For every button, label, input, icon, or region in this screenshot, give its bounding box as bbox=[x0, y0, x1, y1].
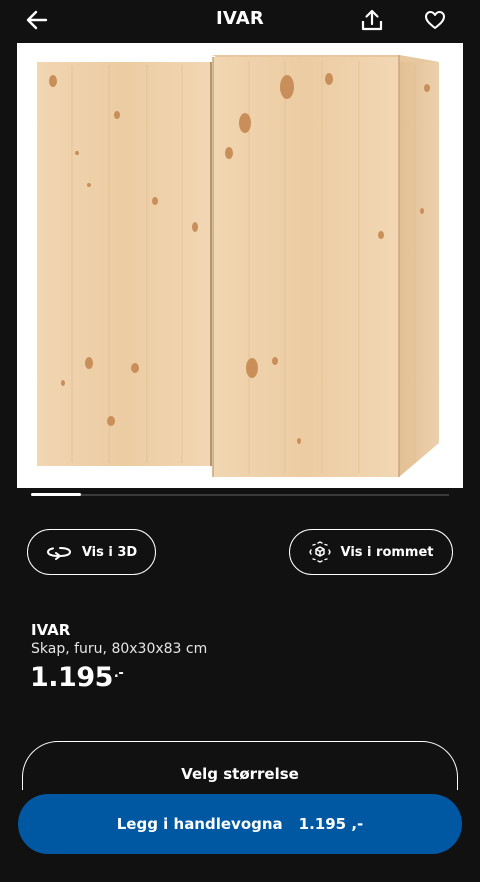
gallery-progress-track bbox=[31, 494, 449, 496]
top-bar: IVAR bbox=[0, 0, 480, 42]
product-description: Skap, furu, 80x30x83 cm bbox=[31, 641, 208, 657]
rotate-3d-icon bbox=[46, 547, 71, 560]
add-to-cart-label: Legg i handlevogna bbox=[116, 815, 283, 833]
add-to-cart-button[interactable]: Legg i handlevogna 1.195 ,- bbox=[18, 794, 462, 854]
gallery-progress-indicator bbox=[31, 493, 81, 496]
view-in-room-label: Vis i rommet bbox=[340, 544, 434, 560]
product-image[interactable] bbox=[17, 43, 463, 488]
heart-icon bbox=[425, 11, 445, 29]
view-in-room-button[interactable]: Vis i rommet bbox=[289, 529, 453, 575]
add-to-cart-price: 1.195 ,- bbox=[298, 815, 364, 833]
ar-cube-icon bbox=[308, 541, 331, 563]
cabinet-illustration bbox=[37, 55, 439, 477]
share-icon bbox=[361, 9, 383, 31]
share-button[interactable] bbox=[358, 6, 386, 34]
price-suffix: .- bbox=[113, 666, 124, 681]
page-title: IVAR bbox=[216, 8, 264, 29]
product-price: 1.195.- bbox=[30, 662, 124, 693]
price-value: 1.195 bbox=[30, 662, 113, 693]
choose-size-label: Velg størrelse bbox=[181, 765, 299, 783]
view-3d-button[interactable]: Vis i 3D bbox=[27, 529, 156, 575]
product-name: IVAR bbox=[31, 621, 71, 639]
view-3d-label: Vis i 3D bbox=[81, 544, 138, 560]
favourite-button[interactable] bbox=[421, 6, 449, 34]
